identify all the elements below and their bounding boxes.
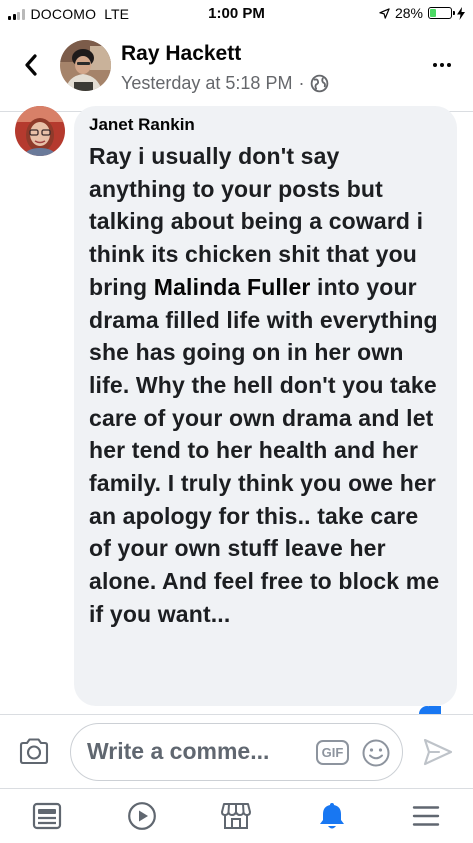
nav-notifications[interactable] — [316, 800, 348, 832]
globe-icon[interactable] — [310, 74, 329, 93]
comment-bubble[interactable]: Janet Rankin Ray i usually don't say any… — [74, 106, 457, 706]
charging-bolt-icon — [457, 6, 465, 20]
notifications-icon — [320, 803, 344, 829]
comment-composer: GIF — [0, 714, 473, 788]
reaction-count-badge[interactable] — [419, 706, 441, 714]
more-options-icon[interactable] — [429, 58, 455, 72]
back-chevron-icon — [25, 54, 37, 76]
emoji-icon[interactable] — [361, 738, 391, 768]
status-bar: DOCOMO LTE 1:00 PM 28% — [0, 0, 473, 28]
nav-menu[interactable] — [410, 800, 442, 832]
comment-author[interactable]: Janet Rankin — [89, 115, 443, 135]
author-photo — [60, 40, 111, 91]
camera-icon[interactable] — [18, 736, 50, 766]
post-timestamp[interactable]: Yesterday at 5:18 PM — [121, 73, 292, 94]
comment-input[interactable] — [87, 738, 303, 765]
news-feed-icon — [32, 802, 62, 830]
nav-watch[interactable] — [126, 800, 158, 832]
post-header: Ray Hackett Yesterday at 5:18 PM · — [0, 28, 473, 112]
comment-text-part: into your drama filled life with everyth… — [89, 273, 440, 627]
meta-separator: · — [298, 73, 305, 93]
reaction-count-icon — [429, 706, 441, 714]
comment-text: Ray i usually don't say anything to your… — [89, 140, 443, 631]
battery-level-fill — [430, 9, 436, 17]
author-name[interactable]: Ray Hackett — [121, 42, 241, 66]
nav-news-feed[interactable] — [31, 800, 63, 832]
status-right: 28% — [379, 5, 465, 21]
commenter-photo — [15, 106, 65, 156]
menu-icon — [412, 806, 440, 826]
bottom-navigation — [0, 788, 473, 843]
marketplace-icon — [221, 803, 251, 829]
watch-icon — [128, 802, 156, 830]
battery-percent: 28% — [394, 5, 423, 21]
nav-marketplace[interactable] — [220, 800, 252, 832]
comment-input-box[interactable]: GIF — [70, 723, 403, 781]
gif-button[interactable]: GIF — [316, 740, 349, 765]
location-arrow-icon — [379, 7, 390, 19]
send-icon[interactable] — [422, 736, 454, 768]
commenter-avatar[interactable] — [15, 106, 65, 156]
back-button[interactable] — [16, 48, 46, 82]
battery-icon — [428, 7, 455, 19]
author-avatar[interactable] — [60, 40, 111, 91]
post-meta: Yesterday at 5:18 PM · — [121, 73, 329, 94]
mention-link[interactable]: Malinda Fuller — [154, 274, 311, 300]
